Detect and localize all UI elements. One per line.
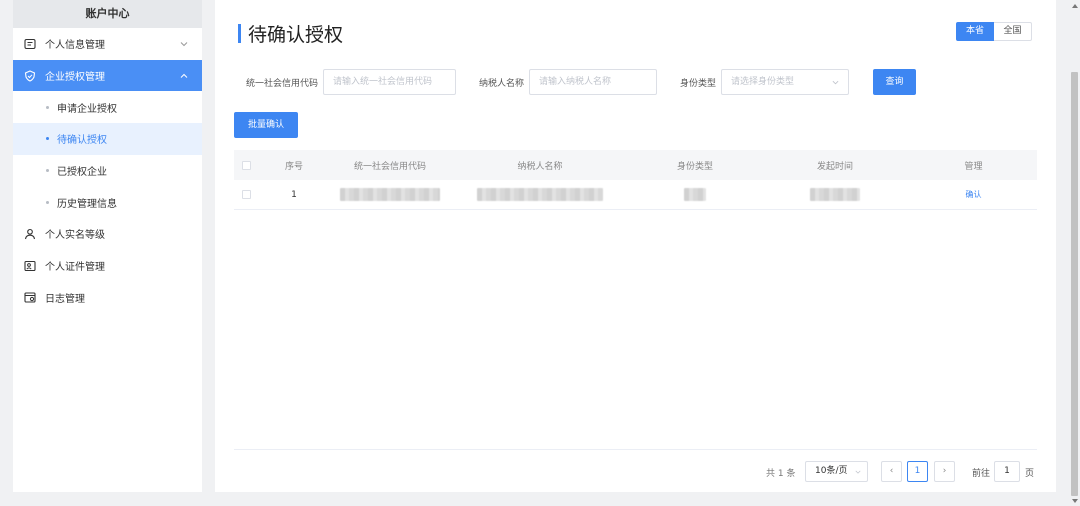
- sidebar-subitem-label: 历史管理信息: [57, 198, 117, 210]
- sidebar-subitem-label: 待确认授权: [57, 135, 107, 147]
- chevron-up-icon: [180, 73, 188, 78]
- scroll-down-arrow-icon[interactable]: [1069, 495, 1080, 506]
- column-header: 管理: [964, 161, 983, 172]
- table-footer-divider: [234, 449, 1037, 450]
- bullet-dot: [46, 105, 49, 109]
- taxpayer-label: 纳税人名称: [479, 79, 525, 89]
- table-row: 1 确认: [234, 180, 1037, 210]
- sidebar-subitem-history[interactable]: 历史管理信息: [13, 186, 202, 218]
- row-checkbox[interactable]: [241, 190, 251, 199]
- bullet-dot: [46, 200, 49, 204]
- redacted-initiated-time: [810, 188, 860, 201]
- goto-unit-label: 页: [1025, 469, 1035, 479]
- pagination-total: 共 1 条: [766, 469, 796, 479]
- redacted-taxpayer-name: [477, 188, 603, 201]
- user-badge-icon: [23, 227, 37, 241]
- sidebar-item-label: 个人信息管理: [45, 40, 105, 52]
- select-all-cell: [234, 150, 258, 180]
- sidebar-header: 账户中心: [13, 0, 202, 28]
- sidebar-item-personal-info[interactable]: 个人信息管理: [13, 28, 202, 60]
- column-header: 身份类型: [676, 161, 713, 172]
- select-all-checkbox[interactable]: [241, 160, 251, 170]
- sidebar-item-realname-level[interactable]: 个人实名等级: [13, 218, 202, 250]
- page-size-value: 10条/页: [815, 466, 848, 476]
- sidebar-item-label: 日志管理: [45, 293, 85, 305]
- taxpayer-name-cell: [450, 180, 630, 209]
- action-cell: 确认: [910, 180, 1037, 209]
- sidebar: 账户中心 个人信息管理 企业授权管理 申请企业授权 待确认授权 已授权企业 历史…: [13, 0, 202, 492]
- chevron-down-icon: [180, 41, 188, 47]
- row-select-cell: [234, 180, 258, 209]
- initiated-time-cell: [760, 180, 910, 209]
- sidebar-subitem-label: 已授权企业: [57, 167, 107, 179]
- sidebar-item-enterprise-auth[interactable]: 企业授权管理: [13, 59, 202, 92]
- id-card-icon: [23, 259, 37, 273]
- page-title: 待确认授权: [238, 20, 343, 46]
- page-title-text: 待确认授权: [248, 23, 344, 46]
- scope-toggle: 本省 全国: [956, 22, 1032, 41]
- identity-type-select[interactable]: 请选择身份类型: [721, 69, 849, 95]
- batch-confirm-button[interactable]: 批量确认: [234, 112, 298, 138]
- sidebar-item-documents[interactable]: 个人证件管理: [13, 250, 202, 282]
- sidebar-subitem-authorized[interactable]: 已授权企业: [13, 155, 202, 187]
- credit-code-label: 统一社会信用代码: [246, 79, 319, 89]
- query-button[interactable]: 查询: [873, 69, 916, 95]
- main-panel: 待确认授权 本省 全国 统一社会信用代码 纳税人名称 身份类型 请选择身份类型 …: [215, 0, 1056, 492]
- sidebar-item-label: 企业授权管理: [45, 72, 105, 84]
- page-number-current[interactable]: 1: [907, 461, 928, 482]
- page-size-select[interactable]: 10条/页: [805, 461, 868, 482]
- sidebar-subitem-pending-auth[interactable]: 待确认授权: [13, 123, 202, 155]
- credit-code-cell: [330, 180, 450, 209]
- title-accent-bar: [238, 23, 241, 43]
- credit-code-input[interactable]: [323, 69, 456, 95]
- sidebar-subitem-apply-auth[interactable]: 申请企业授权: [13, 91, 202, 123]
- identity-type-cell: [630, 180, 760, 209]
- scope-province-button[interactable]: 本省: [956, 22, 994, 41]
- column-header: 纳税人名称: [517, 161, 563, 172]
- scrollbar-thumb[interactable]: [1071, 72, 1078, 496]
- sidebar-item-label: 个人证件管理: [45, 262, 105, 274]
- identity-type-label: 身份类型: [680, 79, 717, 89]
- redacted-identity-type: [684, 188, 706, 201]
- shield-icon: [23, 69, 37, 83]
- sidebar-item-logs[interactable]: 日志管理: [13, 282, 202, 314]
- confirm-link[interactable]: 确认: [966, 189, 982, 200]
- vertical-scrollbar[interactable]: [1069, 0, 1080, 506]
- next-page-button[interactable]: ›: [934, 461, 955, 482]
- redacted-credit-code: [340, 188, 440, 201]
- identity-type-placeholder: 请选择身份类型: [731, 77, 795, 87]
- goto-label: 前往: [972, 469, 991, 479]
- bullet-dot: [46, 169, 49, 173]
- prev-page-button[interactable]: ‹: [881, 461, 902, 482]
- column-header: 统一社会信用代码: [353, 161, 426, 172]
- chevron-down-icon: [832, 80, 839, 85]
- horizontal-scroll-track: [0, 495, 1069, 506]
- column-header: 序号: [284, 161, 303, 172]
- authorization-table: 序号 统一社会信用代码 纳税人名称 身份类型 发起时间 管理 1 确认: [234, 150, 1037, 210]
- scroll-up-arrow-icon[interactable]: [1069, 0, 1080, 11]
- profile-card-icon: [23, 37, 37, 51]
- chevron-down-icon: [855, 470, 861, 474]
- taxpayer-input[interactable]: [529, 69, 657, 95]
- scope-national-button[interactable]: 全国: [994, 22, 1032, 41]
- column-header: 发起时间: [816, 161, 853, 172]
- sidebar-subitem-label: 申请企业授权: [57, 103, 117, 115]
- sidebar-item-label: 个人实名等级: [45, 230, 105, 242]
- row-index: 1: [291, 189, 297, 200]
- bullet-dot: [46, 137, 49, 141]
- goto-page-input[interactable]: 1: [994, 461, 1020, 482]
- table-header-row: 序号 统一社会信用代码 纳税人名称 身份类型 发起时间 管理: [234, 150, 1037, 180]
- log-calendar-icon: [23, 290, 37, 304]
